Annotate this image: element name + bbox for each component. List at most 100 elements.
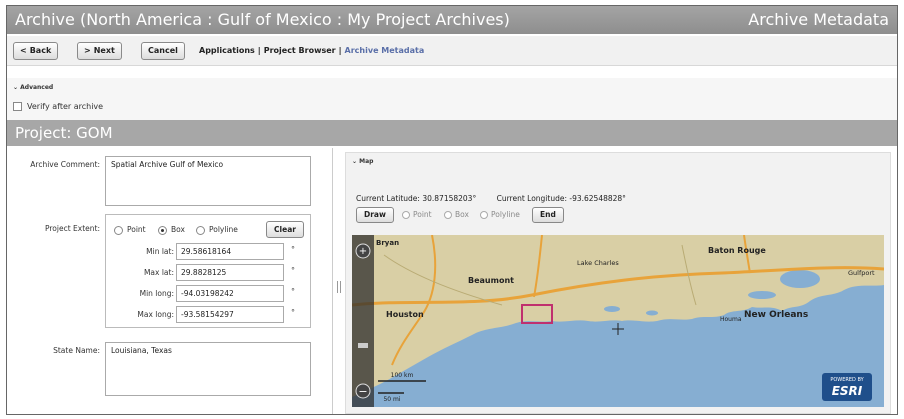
scale-km-label: 100 km xyxy=(391,372,414,379)
draw-option-polyline-label: Polyline xyxy=(491,210,520,219)
project-extent-panel: Point Box Polyline Clear Min lat: 29.586… xyxy=(105,214,311,328)
draw-option-point[interactable]: Point xyxy=(402,210,432,219)
cancel-button[interactable]: Cancel xyxy=(141,42,185,60)
next-button[interactable]: > Next xyxy=(77,42,122,60)
breadcrumb: Applications | Project Browser | Archive Met… xyxy=(199,46,424,55)
breadcrumb-separator: | xyxy=(257,46,261,55)
radio-polyline[interactable] xyxy=(196,225,205,235)
lake-calcasieu xyxy=(604,306,620,312)
min-long-row: Min long: -94.03198242 ° xyxy=(106,285,306,303)
map-header-label: Map xyxy=(359,158,374,165)
min-lat-row: Min lat: 29.58618164 ° xyxy=(106,243,306,261)
breadcrumb-separator: | xyxy=(338,46,342,55)
plus-icon: + xyxy=(359,246,367,257)
state-name-label: State Name: xyxy=(53,346,100,355)
place-lake-charles: Lake Charles xyxy=(577,259,619,267)
extent-option-box-label: Box xyxy=(171,225,185,234)
metadata-form: Archive Comment: Spatial Archive Gulf of… xyxy=(7,148,333,414)
esri-map[interactable]: + − Bryan Beaumont Lake Charles Baton Ro… xyxy=(352,235,884,407)
next-button-label: Next xyxy=(93,46,115,55)
current-longitude-value: -93.62548828° xyxy=(569,194,626,203)
archive-window: Archive (North America : Gulf of Mexico … xyxy=(6,5,898,415)
current-longitude-label: Current Longitude: xyxy=(496,194,567,203)
draw-option-box-label: Box xyxy=(455,210,469,219)
advanced-toggle[interactable]: ⌄ Advanced xyxy=(13,84,53,91)
draw-option-box[interactable]: Box xyxy=(444,210,469,219)
archive-comment-label: Archive Comment: xyxy=(30,160,100,169)
radio-box[interactable] xyxy=(158,225,167,235)
archive-comment-field[interactable]: Spatial Archive Gulf of Mexico xyxy=(105,156,311,206)
verify-option: Verify after archive xyxy=(13,102,103,111)
chevron-down-icon: ⌄ xyxy=(352,158,358,165)
radio-draw-point[interactable] xyxy=(402,211,410,219)
place-beaumont: Beaumont xyxy=(468,276,514,285)
chevron-down-icon: ⌄ xyxy=(13,84,19,91)
degree-symbol: ° xyxy=(291,308,295,317)
place-baton-rouge: Baton Rouge xyxy=(708,246,766,255)
current-latitude-label: Current Latitude: xyxy=(356,194,420,203)
lake-pontchartrain xyxy=(780,270,820,288)
back-button-label: Back xyxy=(29,46,52,55)
place-gulfport: Gulfport xyxy=(848,269,875,277)
max-long-row: Max long: -93.58154297 ° xyxy=(106,306,306,324)
radio-point[interactable] xyxy=(114,225,123,235)
extent-option-polyline-label: Polyline xyxy=(209,225,238,234)
degree-symbol: ° xyxy=(291,287,295,296)
project-title: Project: GOM xyxy=(15,124,113,142)
chevron-left-icon: < xyxy=(20,46,27,55)
breadcrumb-project-browser[interactable]: Project Browser xyxy=(264,46,336,55)
esri-powered-by: POWERED BY xyxy=(830,377,864,383)
min-lat-label: Min lat: xyxy=(146,247,174,256)
place-new-orleans: New Orleans xyxy=(744,310,808,320)
cursor-coordinates: Current Latitude: 30.87158203° Current L… xyxy=(356,194,626,203)
scale-mi-label: 50 mi xyxy=(383,396,400,403)
map-toggle[interactable]: ⌄ Map xyxy=(352,158,373,165)
zoom-slider[interactable] xyxy=(352,235,374,407)
map-section: ⌄ Map Current Latitude: 30.87158203° Cur… xyxy=(345,152,891,414)
place-houston: Houston xyxy=(386,310,424,319)
clear-button[interactable]: Clear xyxy=(266,221,304,238)
extent-option-box[interactable]: Box xyxy=(158,225,185,235)
radio-draw-box[interactable] xyxy=(444,211,452,219)
advanced-section: ⌄ Advanced Verify after archive xyxy=(7,78,897,122)
minus-icon: − xyxy=(358,385,367,398)
min-long-input[interactable]: -94.03198242 xyxy=(176,285,284,302)
lake-white xyxy=(646,310,658,316)
window-title: Archive (North America : Gulf of Mexico … xyxy=(15,10,510,29)
breadcrumb-archive-metadata: Archive Metadata xyxy=(344,46,425,55)
extent-option-polyline[interactable]: Polyline xyxy=(196,225,238,235)
advanced-header-label: Advanced xyxy=(20,84,54,91)
draw-option-point-label: Point xyxy=(413,210,432,219)
max-lat-label: Max lat: xyxy=(143,268,174,277)
place-houma: Houma xyxy=(720,316,742,323)
place-bryan: Bryan xyxy=(376,239,399,247)
verify-label: Verify after archive xyxy=(27,102,104,111)
max-lat-row: Max lat: 29.8828125 ° xyxy=(106,264,306,282)
page-title: Archive Metadata xyxy=(748,10,889,29)
degree-symbol: ° xyxy=(291,245,295,254)
current-latitude-value: 30.87158203° xyxy=(422,194,477,203)
breadcrumb-applications[interactable]: Applications xyxy=(199,46,255,55)
state-name-field[interactable]: Louisiana, Texas xyxy=(105,342,311,396)
esri-wordmark: ESRI xyxy=(832,384,863,398)
cancel-button-label: Cancel xyxy=(148,46,178,55)
radio-draw-polyline[interactable] xyxy=(480,211,488,219)
back-button[interactable]: < Back xyxy=(13,42,59,60)
title-bar: Archive (North America : Gulf of Mexico … xyxy=(7,6,897,34)
navigation-bar: < Back > Next Cancel Applications | Project … xyxy=(7,36,897,66)
draw-button[interactable]: Draw xyxy=(356,207,394,223)
zoom-slider-handle[interactable] xyxy=(358,343,368,348)
min-lat-input[interactable]: 29.58618164 xyxy=(176,243,284,260)
end-button[interactable]: End xyxy=(532,207,564,223)
lake-salvador xyxy=(748,291,776,299)
draw-option-polyline[interactable]: Polyline xyxy=(480,210,520,219)
project-extent-label: Project Extent: xyxy=(45,224,100,233)
chevron-right-icon: > xyxy=(84,46,91,55)
max-lat-input[interactable]: 29.8828125 xyxy=(176,264,284,281)
extent-option-point[interactable]: Point xyxy=(114,225,146,235)
verify-checkbox[interactable] xyxy=(13,102,22,111)
degree-symbol: ° xyxy=(291,266,295,275)
extent-option-point-label: Point xyxy=(127,225,146,234)
max-long-label: Max long: xyxy=(137,310,174,319)
max-long-input[interactable]: -93.58154297 xyxy=(176,306,284,323)
